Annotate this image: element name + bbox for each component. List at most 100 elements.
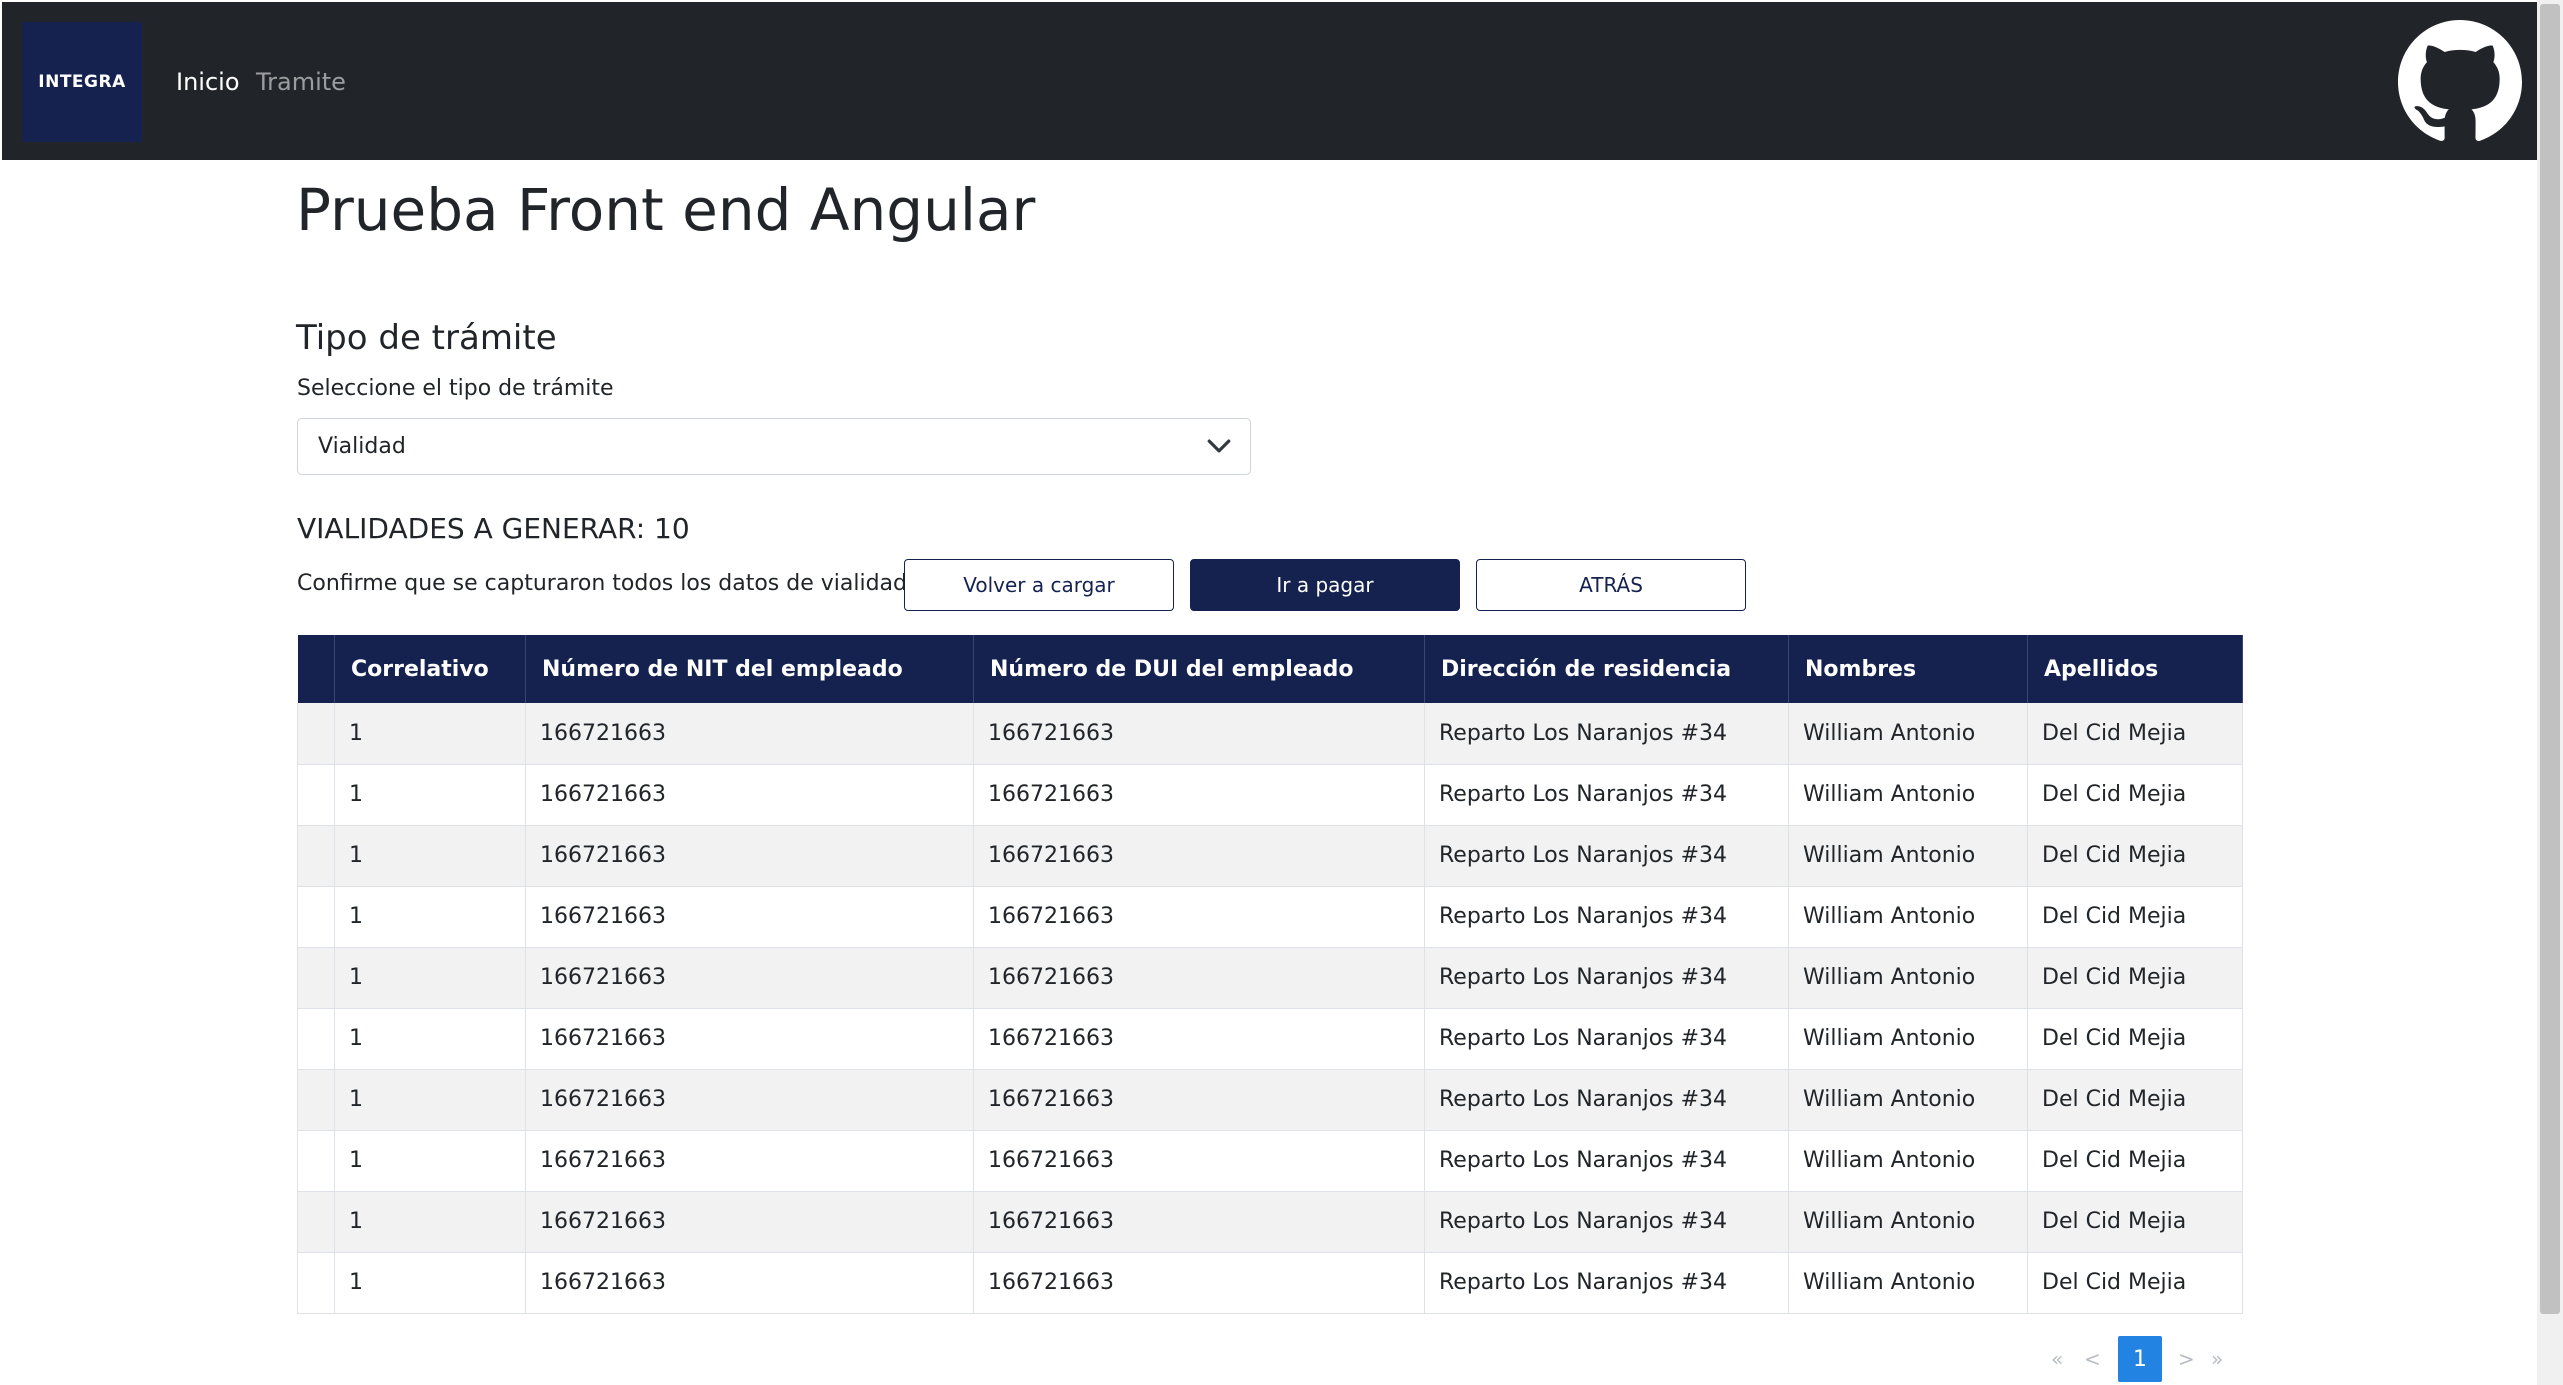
reload-button[interactable]: Volver a cargar — [904, 559, 1174, 611]
table-cell: William Antonio — [1788, 825, 2028, 887]
table-cell: William Antonio — [1788, 764, 2028, 826]
table-cell — [297, 1252, 335, 1314]
confirm-text: Confirme que se capturaron todos los dat… — [297, 571, 915, 596]
pagination-next[interactable]: > — [2178, 1347, 2195, 1385]
top-navbar: INTEGRA Inicio Tramite — [2, 2, 2537, 160]
table-cell — [297, 825, 335, 887]
table-cell: 1 — [334, 1008, 526, 1070]
table-cell: Reparto Los Naranjos #34 — [1424, 1191, 1789, 1253]
table-cell: Reparto Los Naranjos #34 — [1424, 1069, 1789, 1131]
table-cell: 166721663 — [525, 1069, 974, 1131]
table-cell: 166721663 — [525, 703, 974, 765]
table-row[interactable]: 1 166721663 166721663 Reparto Los Naranjos … — [297, 947, 2243, 1009]
table-cell: William Antonio — [1788, 947, 2028, 1009]
table-cell: Del Cid Mejia — [2027, 1069, 2243, 1131]
table-header-cell: Nombres — [1788, 635, 2028, 703]
table-cell: Reparto Los Naranjos #34 — [1424, 1008, 1789, 1070]
table-cell: 1 — [334, 1130, 526, 1192]
pagination-prev[interactable]: < — [2084, 1347, 2101, 1385]
table-cell: 1 — [334, 1191, 526, 1253]
table-cell: 166721663 — [525, 764, 974, 826]
table-cell: Reparto Los Naranjos #34 — [1424, 825, 1789, 887]
table-cell: William Antonio — [1788, 1008, 2028, 1070]
brand-logo[interactable]: INTEGRA — [22, 22, 142, 142]
table-cell: 166721663 — [973, 825, 1425, 887]
table-header-cell: Apellidos — [2027, 635, 2243, 703]
table-row[interactable]: 1 166721663 166721663 Reparto Los Naranjos … — [297, 1008, 2243, 1070]
table-cell: Del Cid Mejia — [2027, 1191, 2243, 1253]
table-cell: Reparto Los Naranjos #34 — [1424, 886, 1789, 948]
chevron-down-icon — [1207, 439, 1231, 453]
table-cell: 1 — [334, 703, 526, 765]
table-cell: 1 — [334, 1069, 526, 1131]
table-row[interactable]: 1 166721663 166721663 Reparto Los Naranjos … — [297, 1130, 2243, 1192]
table-cell: Del Cid Mejia — [2027, 764, 2243, 826]
page-title: Prueba Front end Angular — [296, 176, 1036, 244]
table-cell: William Antonio — [1788, 886, 2028, 948]
table-header-cell: Dirección de residencia — [1424, 635, 1789, 703]
back-button[interactable]: ATRÁS — [1476, 559, 1746, 611]
table-header-cell: Número de DUI del empleado — [973, 635, 1425, 703]
table-cell: 166721663 — [973, 1191, 1425, 1253]
data-table-container: Correlativo Número de NIT del empleado Núm… — [297, 635, 2243, 1314]
nav-link-tramite[interactable]: Tramite — [256, 68, 346, 96]
table-header-cell: Número de NIT del empleado — [525, 635, 974, 703]
table-header-cell — [297, 635, 335, 703]
table-cell: 166721663 — [973, 1069, 1425, 1131]
table-cell: 1 — [334, 1252, 526, 1314]
select-label: Seleccione el tipo de trámite — [297, 376, 614, 401]
table-cell: Del Cid Mejia — [2027, 1130, 2243, 1192]
table-body: 1 166721663 166721663 Reparto Los Naranjos … — [297, 703, 2243, 1314]
table-cell: William Antonio — [1788, 1069, 2028, 1131]
table-cell: William Antonio — [1788, 703, 2028, 765]
pagination-current-page[interactable]: 1 — [2118, 1336, 2162, 1382]
table-cell — [297, 1130, 335, 1192]
table-row[interactable]: 1 166721663 166721663 Reparto Los Naranjos … — [297, 1252, 2243, 1314]
table-cell: 166721663 — [525, 1252, 974, 1314]
table-row[interactable]: 1 166721663 166721663 Reparto Los Naranjos … — [297, 703, 2243, 765]
section-title: Tipo de trámite — [296, 318, 557, 358]
table-cell: 1 — [334, 947, 526, 1009]
table-cell: Del Cid Mejia — [2027, 1008, 2243, 1070]
table-cell: Reparto Los Naranjos #34 — [1424, 703, 1789, 765]
table-cell: 166721663 — [973, 764, 1425, 826]
github-icon[interactable] — [2398, 20, 2522, 144]
table-cell: William Antonio — [1788, 1191, 2028, 1253]
table-cell — [297, 703, 335, 765]
table-cell: 1 — [334, 886, 526, 948]
pagination-first[interactable]: « — [2051, 1347, 2063, 1385]
scrollbar-thumb[interactable] — [2540, 4, 2560, 1314]
table-row[interactable]: 1 166721663 166721663 Reparto Los Naranjos … — [297, 1069, 2243, 1131]
table-row[interactable]: 1 166721663 166721663 Reparto Los Naranjos … — [297, 825, 2243, 887]
table-cell: 166721663 — [973, 886, 1425, 948]
pay-button[interactable]: Ir a pagar — [1190, 559, 1460, 611]
table-cell: 166721663 — [525, 1130, 974, 1192]
table-cell — [297, 1069, 335, 1131]
pagination-last[interactable]: » — [2211, 1347, 2223, 1385]
table-header-cell: Correlativo — [334, 635, 526, 703]
table-cell: Del Cid Mejia — [2027, 1252, 2243, 1314]
table-cell: William Antonio — [1788, 1130, 2028, 1192]
table-cell — [297, 886, 335, 948]
table-row[interactable]: 1 166721663 166721663 Reparto Los Naranjos … — [297, 886, 2243, 948]
table-cell: 166721663 — [525, 1008, 974, 1070]
count-title: VIALIDADES A GENERAR: 10 — [297, 512, 690, 545]
table-cell: 1 — [334, 764, 526, 826]
table-row[interactable]: 1 166721663 166721663 Reparto Los Naranjos … — [297, 1191, 2243, 1253]
table-cell: Del Cid Mejia — [2027, 703, 2243, 765]
table-cell: Reparto Los Naranjos #34 — [1424, 1252, 1789, 1314]
tramite-type-select[interactable]: Vialidad — [297, 418, 1251, 475]
table-cell — [297, 764, 335, 826]
table-cell — [297, 1191, 335, 1253]
table-cell: 166721663 — [973, 1252, 1425, 1314]
table-cell — [297, 947, 335, 1009]
nav-link-inicio[interactable]: Inicio — [176, 68, 240, 96]
table-cell: Del Cid Mejia — [2027, 947, 2243, 1009]
table-cell: Reparto Los Naranjos #34 — [1424, 764, 1789, 826]
table-cell: Del Cid Mejia — [2027, 886, 2243, 948]
page: INTEGRA Inicio Tramite Prueba Front end … — [0, 0, 2563, 1385]
table-cell: 166721663 — [525, 825, 974, 887]
table-cell — [297, 1008, 335, 1070]
table-row[interactable]: 1 166721663 166721663 Reparto Los Naranjos … — [297, 764, 2243, 826]
table-cell: 166721663 — [973, 1008, 1425, 1070]
